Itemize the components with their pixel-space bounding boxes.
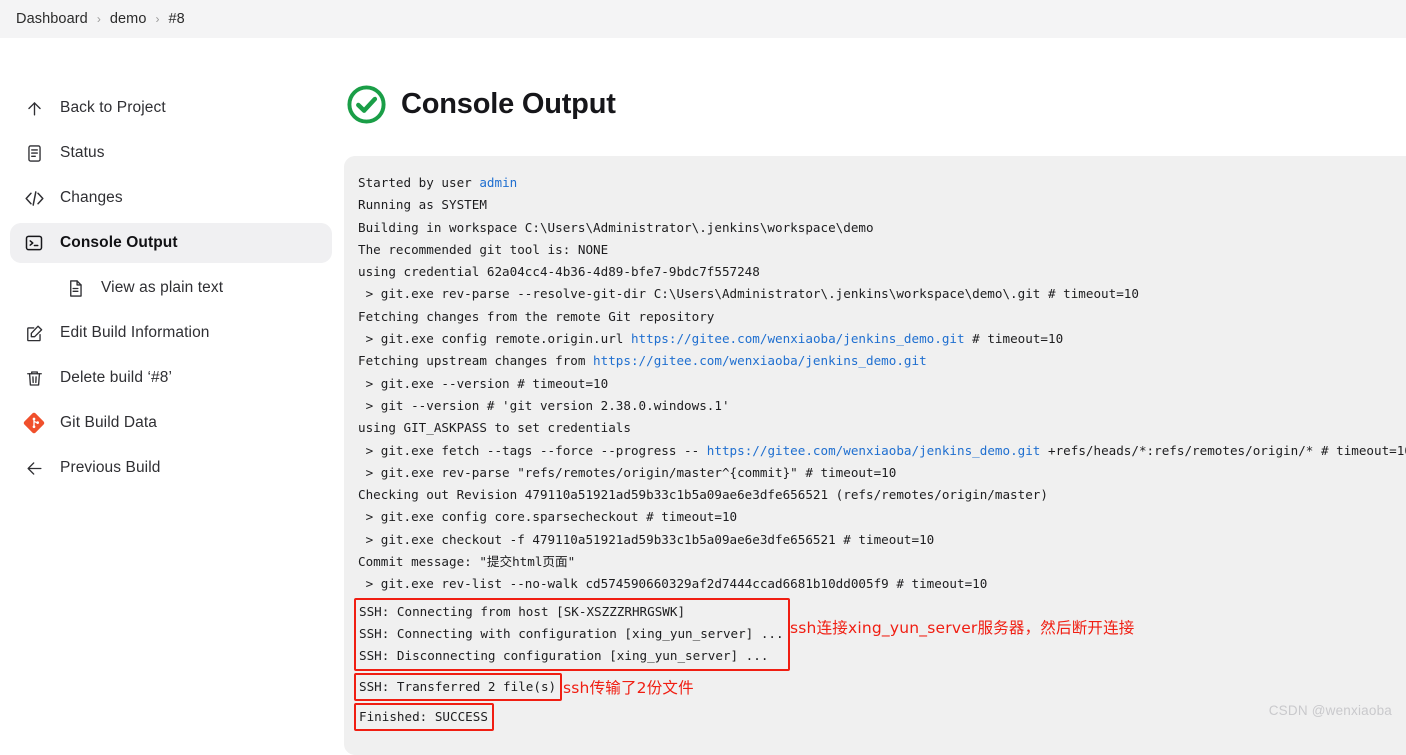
sidebar: Back to Project Status Changes Console O… [0, 38, 344, 724]
annotation-text: ssh连接xing_yun_server服务器，然后断开连接 [790, 616, 1135, 638]
console-link[interactable]: https://gitee.com/wenxiaoba/jenkins_demo… [593, 353, 927, 368]
console-line: SSH: Disconnecting configuration [xing_y… [359, 645, 784, 667]
console-line: using GIT_ASKPASS to set credentials [358, 417, 1406, 439]
sidebar-item-console-output[interactable]: Console Output [10, 223, 332, 263]
sidebar-item-label: Changes [60, 189, 123, 207]
console-output-panel[interactable]: Started by user adminRunning as SYSTEMBu… [344, 156, 1406, 755]
console-line: using credential 62a04cc4-4b36-4d89-bfe7… [358, 261, 1406, 283]
sidebar-item-label: Edit Build Information [60, 324, 210, 342]
document-lines-icon [23, 142, 45, 164]
highlight-row: SSH: Connecting from host [SK-XSZZZRHRGS… [358, 598, 1406, 671]
console-line: Checking out Revision 479110a51921ad59b3… [358, 484, 1406, 506]
breadcrumb-separator-icon: › [95, 12, 103, 26]
sidebar-item-status[interactable]: Status [10, 133, 332, 173]
console-line: SSH: Transferred 2 file(s) [359, 676, 556, 698]
sidebar-item-label: Delete build ‘#8’ [60, 369, 172, 387]
sidebar-item-label: View as plain text [101, 279, 223, 297]
sidebar-item-delete-build[interactable]: Delete build ‘#8’ [10, 358, 332, 398]
console-line: Building in workspace C:\Users\Administr… [358, 217, 1406, 239]
sidebar-item-view-as-plain-text[interactable]: View as plain text [10, 268, 332, 308]
console-line: Fetching changes from the remote Git rep… [358, 306, 1406, 328]
console-line: SSH: Connecting with configuration [xing… [359, 623, 784, 645]
console-line: > git.exe checkout -f 479110a51921ad59b3… [358, 529, 1406, 551]
console-line: > git.exe rev-parse "refs/remotes/origin… [358, 462, 1406, 484]
highlight-box: SSH: Connecting from host [SK-XSZZZRHRGS… [354, 598, 790, 671]
breadcrumb: Dashboard › demo › #8 [0, 0, 1406, 38]
highlight-box: Finished: SUCCESS [354, 703, 494, 731]
console-line: > git.exe config core.sparsecheckout # t… [358, 506, 1406, 528]
highlight-box: SSH: Transferred 2 file(s) [354, 673, 562, 701]
page-title: Console Output [401, 88, 616, 121]
console-line: > git.exe rev-list --no-walk cd574590660… [358, 573, 1406, 595]
console-highlight-groups: SSH: Connecting from host [SK-XSZZZRHRGS… [358, 598, 1406, 731]
sidebar-item-edit-build-information[interactable]: Edit Build Information [10, 313, 332, 353]
console-line: > git.exe rev-parse --resolve-git-dir C:… [358, 283, 1406, 305]
console-line: > git.exe config remote.origin.url https… [358, 328, 1406, 350]
console-link[interactable]: https://gitee.com/wenxiaoba/jenkins_demo… [631, 331, 965, 346]
file-text-icon [64, 277, 86, 299]
console-line: SSH: Connecting from host [SK-XSZZZRHRGS… [359, 601, 784, 623]
arrow-left-icon [23, 457, 45, 479]
sidebar-item-label: Status [60, 144, 105, 162]
highlight-row: SSH: Transferred 2 file(s) ssh传输了2份文件 [358, 673, 1406, 701]
breadcrumb-item-build[interactable]: #8 [162, 11, 192, 27]
console-line: Started by user admin [358, 172, 1406, 194]
success-check-circle-icon [346, 84, 387, 125]
sidebar-item-label: Previous Build [60, 459, 160, 477]
page-body: Back to Project Status Changes Console O… [0, 38, 1406, 724]
sidebar-item-label: Console Output [60, 234, 178, 252]
sidebar-item-label: Git Build Data [60, 414, 157, 432]
terminal-icon [23, 232, 45, 254]
highlight-row: Finished: SUCCESS [358, 703, 1406, 731]
breadcrumb-separator-icon: › [154, 12, 162, 26]
console-line: The recommended git tool is: NONE [358, 239, 1406, 261]
sidebar-item-label: Back to Project [60, 99, 166, 117]
console-line: Commit message: "提交html页面" [358, 551, 1406, 573]
sidebar-item-changes[interactable]: Changes [10, 178, 332, 218]
breadcrumb-item-demo[interactable]: demo [103, 11, 154, 27]
console-line: > git.exe fetch --tags --force --progres… [358, 440, 1406, 462]
arrow-up-icon [23, 97, 45, 119]
git-icon [23, 412, 45, 434]
sidebar-item-back-to-project[interactable]: Back to Project [10, 88, 332, 128]
console-line: > git.exe --version # timeout=10 [358, 373, 1406, 395]
watermark: CSDN @wenxiaoba [1269, 703, 1392, 718]
console-link[interactable]: https://gitee.com/wenxiaoba/jenkins_demo… [707, 443, 1041, 458]
breadcrumb-item-dashboard[interactable]: Dashboard [9, 11, 95, 27]
code-brackets-icon [23, 187, 45, 209]
main-content: Console Output Started by user adminRunn… [344, 38, 1406, 724]
sidebar-item-previous-build[interactable]: Previous Build [10, 448, 332, 488]
trash-icon [23, 367, 45, 389]
console-line: > git --version # 'git version 2.38.0.wi… [358, 395, 1406, 417]
annotation-text: ssh传输了2份文件 [563, 676, 694, 698]
sidebar-item-git-build-data[interactable]: Git Build Data [10, 403, 332, 443]
console-link[interactable]: admin [479, 175, 517, 190]
edit-pencil-icon [23, 322, 45, 344]
console-line: Fetching upstream changes from https://g… [358, 350, 1406, 372]
console-log-lines: Started by user adminRunning as SYSTEMBu… [358, 172, 1406, 596]
page-header: Console Output [344, 84, 1406, 125]
console-line: Running as SYSTEM [358, 194, 1406, 216]
console-line: Finished: SUCCESS [359, 706, 488, 728]
